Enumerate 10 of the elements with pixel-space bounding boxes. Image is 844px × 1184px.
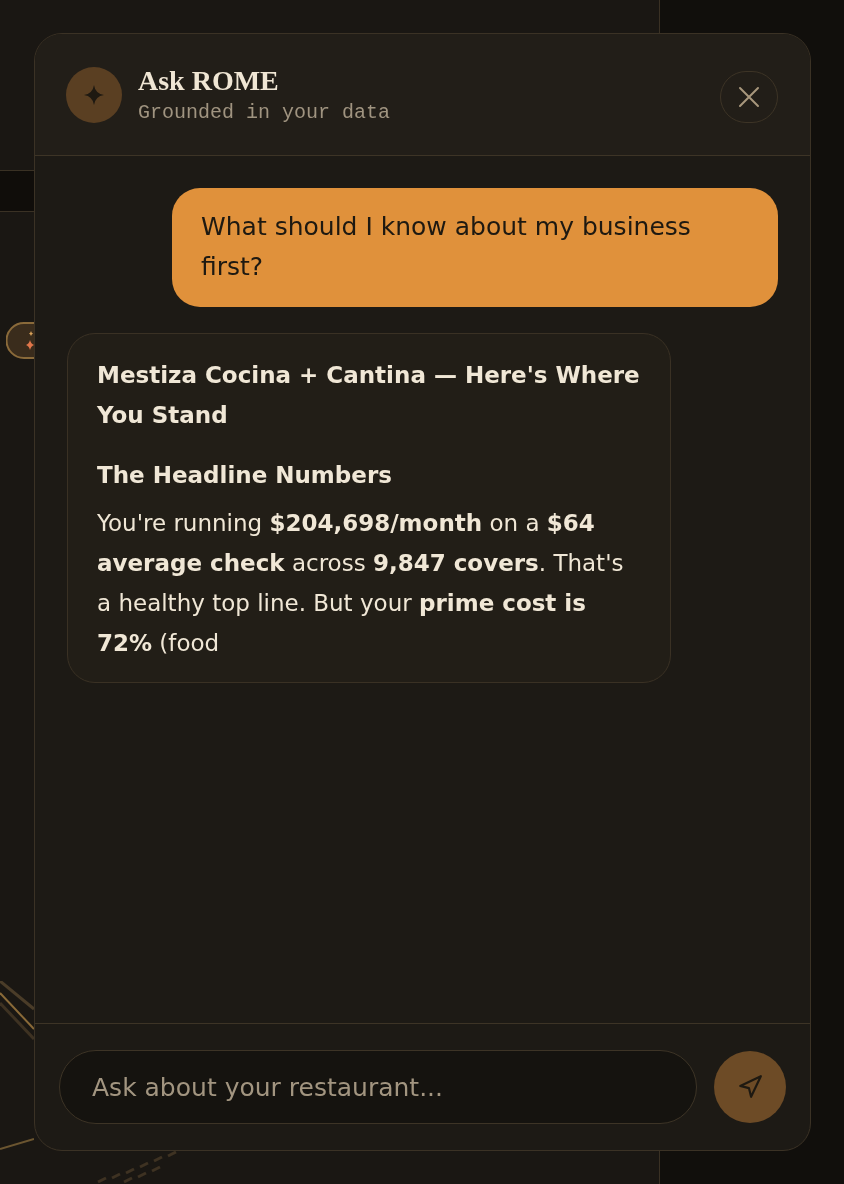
message-input[interactable]: Ask about your restaurant... — [59, 1050, 697, 1124]
message-paragraph: You're running $204,698/month on a $64 average check across 9,847 covers. That's a healthy top line. But your prime cost is 72% (food — [97, 509, 625, 658]
panel-title: Ask ROME — [138, 64, 280, 97]
message-title: Mestiza Cocina + Cantina — Here's Where You Stand — [97, 361, 641, 430]
message-heading: The Headline Numbers — [97, 461, 393, 490]
sparkle-avatar-icon — [66, 66, 122, 123]
close-icon — [738, 85, 760, 108]
user-message: What should I know about my business first? — [172, 188, 778, 307]
send-icon — [737, 1074, 763, 1100]
panel-subtitle: Grounded in your data — [138, 100, 392, 125]
